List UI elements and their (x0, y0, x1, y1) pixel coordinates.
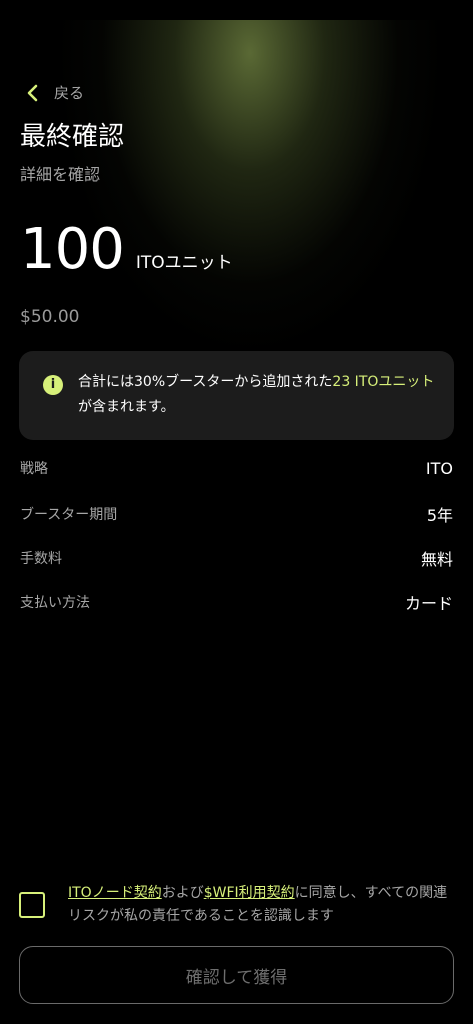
detail-row-booster-period: ブースター期間 5年 (20, 502, 453, 526)
back-label: 戻る (54, 84, 85, 102)
detail-value: 5年 (426, 506, 453, 525)
detail-value: ITO (425, 458, 453, 478)
detail-label: 手数料 (20, 551, 62, 567)
chevron-left-icon (26, 84, 40, 102)
unit-name: ITOユニット (135, 253, 233, 273)
info-highlight: 23 ITOユニット (332, 374, 435, 390)
back-button[interactable]: 戻る (26, 82, 84, 103)
detail-row-fee: 手数料 無料 (20, 546, 453, 570)
detail-label: 戦略 (20, 461, 48, 477)
info-icon: i (43, 375, 63, 395)
detail-label: 支払い方法 (20, 595, 90, 611)
detail-row-strategy: 戦略 ITO (20, 458, 453, 478)
unit-amount: 100 (20, 217, 125, 282)
wfi-terms-link[interactable]: $WFI利用契約 (204, 885, 295, 901)
agreement-section: ITOノード契約および$WFI利用契約に同意し、すべての関連リスクが私の責任であ… (19, 882, 454, 930)
detail-row-payment-method: 支払い方法 カード (20, 590, 453, 614)
detail-value: 無料 (420, 550, 453, 569)
usd-amount: $50.00 (20, 307, 80, 327)
page-title: 最終確認 (20, 122, 125, 152)
booster-info-text: 合計には30%ブースターから追加された23 ITOユニットが含まれます。 (78, 370, 438, 420)
booster-info-box: i 合計には30%ブースターから追加された23 ITOユニットが含まれます。 (19, 351, 454, 440)
page-subtitle: 詳細を確認 (20, 165, 101, 184)
confirm-button[interactable]: 確認して獲得 (19, 946, 454, 1004)
agreement-text-1: および (161, 885, 204, 901)
amount-summary: 100 ITOユニット (20, 222, 233, 278)
detail-value: カード (404, 594, 453, 613)
info-text-after: が含まれます。 (78, 399, 175, 415)
header-glow (60, 20, 440, 350)
agreement-checkbox[interactable] (19, 892, 45, 918)
detail-label: ブースター期間 (20, 507, 118, 523)
info-text-before: 合計には30%ブースターから追加された (78, 374, 333, 390)
agreement-text: ITOノード契約および$WFI利用契約に同意し、すべての関連リスクが私の責任であ… (68, 882, 454, 928)
ito-node-agreement-link[interactable]: ITOノード契約 (68, 885, 162, 901)
